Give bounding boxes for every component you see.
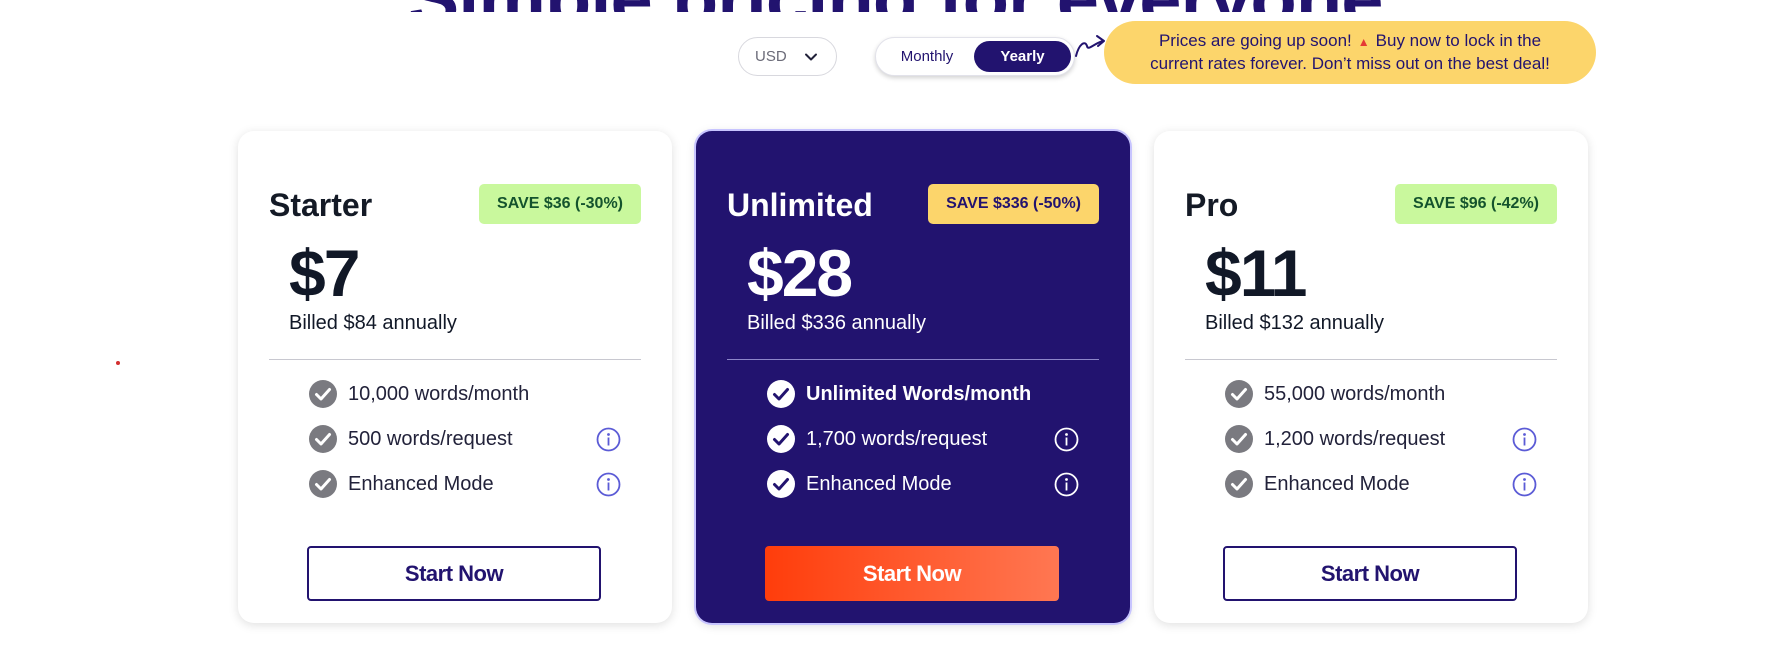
feature-item: Enhanced Mode: [1224, 469, 1544, 499]
billing-note: Billed $84 annually: [289, 312, 457, 334]
billing-toggle[interactable]: Monthly Yearly: [875, 37, 1075, 76]
check-circle-icon: [767, 380, 795, 408]
check-circle-icon: [1225, 470, 1253, 498]
feature-item: Unlimited Words/month: [766, 379, 1086, 409]
red-dot-decoration: [116, 361, 120, 365]
plan-card-starter: Starter SAVE $36 (-30%) $7 Billed $84 an…: [238, 131, 672, 623]
billing-monthly-option[interactable]: Monthly: [880, 41, 974, 72]
currency-value: USD: [755, 48, 787, 65]
divider: [269, 359, 641, 360]
plan-name: Pro: [1185, 187, 1239, 223]
check-circle-icon: [309, 380, 337, 408]
feature-text: 10,000 words/month: [348, 382, 530, 405]
promo-line1b: Buy now to lock in the: [1375, 31, 1542, 50]
divider: [727, 359, 1099, 360]
check-circle-icon: [1225, 425, 1253, 453]
savings-badge: SAVE $96 (-42%): [1395, 184, 1557, 224]
savings-badge: SAVE $336 (-50%): [928, 184, 1099, 224]
feature-text: Enhanced Mode: [348, 472, 494, 495]
check-circle-icon: [309, 425, 337, 453]
curved-arrow-icon: [1075, 35, 1105, 57]
feature-text: Enhanced Mode: [1264, 472, 1410, 495]
feature-text: 55,000 words/month: [1264, 382, 1446, 405]
currency-select[interactable]: USD: [738, 37, 837, 76]
plan-card-unlimited: Unlimited SAVE $336 (-50%) $28 Billed $3…: [696, 131, 1130, 623]
feature-item: 55,000 words/month: [1224, 379, 1544, 409]
feature-item: Enhanced Mode: [766, 469, 1086, 499]
info-icon[interactable]: [596, 472, 621, 497]
feature-text: 1,700 words/request: [806, 427, 988, 450]
billing-note: Billed $336 annually: [747, 312, 927, 334]
info-icon[interactable]: [1054, 472, 1079, 497]
check-circle-icon: [1225, 380, 1253, 408]
savings-badge: SAVE $36 (-30%): [479, 184, 641, 224]
price-increase-banner: Prices are going up soon! ▲ Buy now to loc…: [1104, 21, 1596, 84]
plan-price: $28: [747, 236, 853, 310]
feature-item: 500 words/request: [308, 424, 628, 454]
info-icon[interactable]: [1054, 427, 1079, 452]
info-icon[interactable]: [1512, 427, 1537, 452]
feature-text: Enhanced Mode: [806, 472, 952, 495]
feature-item: 1,200 words/request: [1224, 424, 1544, 454]
check-circle-icon: [767, 470, 795, 498]
feature-item: 10,000 words/month: [308, 379, 628, 409]
feature-item: Enhanced Mode: [308, 469, 628, 499]
plan-card-pro: Pro SAVE $96 (-42%) $11 Billed $132 annu…: [1154, 131, 1588, 623]
start-now-button[interactable]: Start Now: [307, 546, 601, 601]
page-heading: Simple pricing for everyone: [0, 0, 1791, 12]
promo-line2: current rates forever. Don’t miss out on…: [1150, 54, 1550, 73]
siren-icon: ▲: [1357, 35, 1370, 49]
feature-text: 500 words/request: [348, 427, 513, 450]
start-now-button[interactable]: Start Now: [1223, 546, 1517, 601]
divider: [1185, 359, 1557, 360]
billing-note: Billed $132 annually: [1205, 312, 1385, 334]
plan-name: Unlimited: [727, 187, 873, 223]
plan-name: Starter: [269, 187, 373, 223]
plan-price: $7: [289, 236, 360, 310]
check-circle-icon: [309, 470, 337, 498]
billing-yearly-option[interactable]: Yearly: [974, 41, 1071, 72]
promo-line1: Prices are going up soon!: [1158, 31, 1352, 50]
plan-price: $11: [1205, 236, 1307, 310]
info-icon[interactable]: [1512, 472, 1537, 497]
check-circle-icon: [767, 425, 795, 453]
info-icon[interactable]: [596, 427, 621, 452]
feature-text: Unlimited Words/month: [806, 382, 1032, 405]
feature-item: 1,700 words/request: [766, 424, 1086, 454]
feature-text: 1,200 words/request: [1264, 427, 1446, 450]
chevron-down-icon: [805, 53, 817, 61]
start-now-button[interactable]: Start Now: [765, 546, 1059, 601]
